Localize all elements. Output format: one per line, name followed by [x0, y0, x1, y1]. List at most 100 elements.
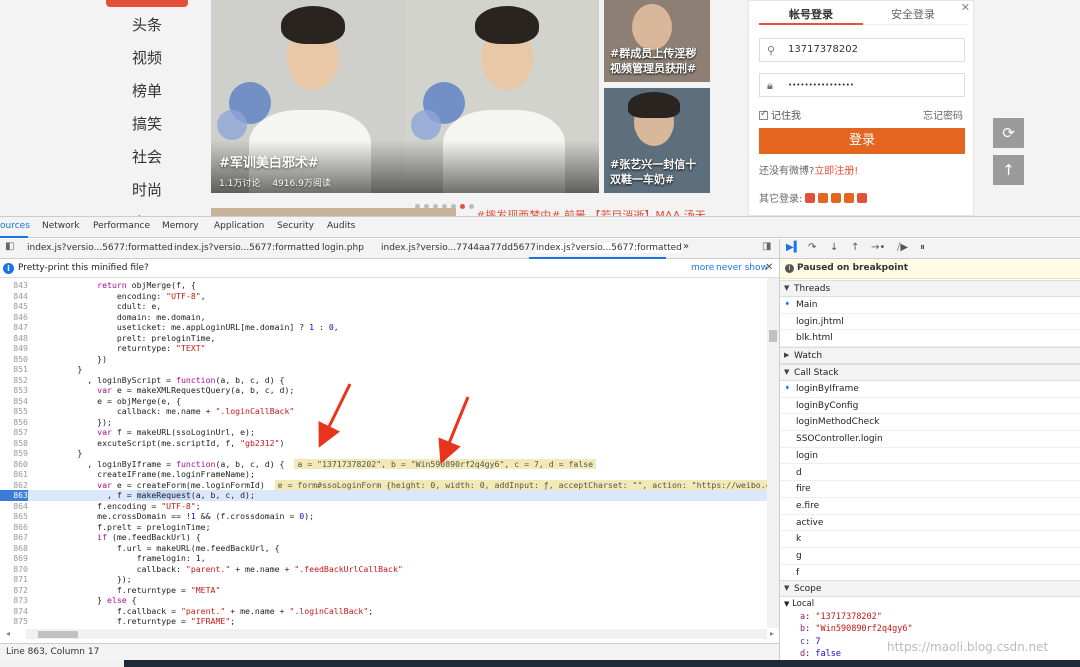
tab-network[interactable]: Network — [42, 221, 80, 231]
line-number[interactable]: 851 — [0, 364, 28, 375]
code-line[interactable]: 851 } — [0, 364, 767, 375]
call-frame[interactable]: ➧ loginByIframe — [780, 381, 1080, 398]
file-tab[interactable]: index.js?versio...5677:formatted — [174, 243, 320, 253]
code-line[interactable]: 876 } — [0, 627, 767, 629]
line-number[interactable]: 857 — [0, 427, 28, 438]
code-line[interactable]: 871 }); — [0, 574, 767, 585]
code-line[interactable]: 859 } — [0, 448, 767, 459]
code-line[interactable]: 849 returntype: "TEXT" — [0, 343, 767, 354]
carousel-title[interactable]: #军训美白邪术# — [219, 152, 319, 171]
step-icon[interactable]: →• — [871, 242, 885, 253]
deactivate-breakpoints-icon[interactable]: ⧸▶ — [897, 242, 908, 253]
arrow-up-icon[interactable]: ↑ — [993, 155, 1024, 185]
line-number[interactable]: 847 — [0, 322, 28, 333]
nav-item-headlines[interactable]: 头条 — [110, 12, 184, 45]
next-row-text[interactable]: #摔发现西梦中# 前景 【若目消逝】MAA 汤天 — [476, 207, 706, 216]
toggle-debugger-icon[interactable]: ◨ — [762, 241, 771, 252]
code-line[interactable]: 865 me.crossDomain == !1 && (f.crossdoma… — [0, 511, 767, 522]
call-frame[interactable]: active — [780, 515, 1080, 532]
code-line[interactable]: 845 cdult: e, — [0, 301, 767, 312]
tab-memory[interactable]: Memory — [162, 221, 199, 231]
line-number[interactable]: 867 — [0, 532, 28, 543]
threads-section-header[interactable]: ▼ Threads — [780, 280, 1080, 297]
call-frame[interactable]: loginByConfig — [780, 398, 1080, 415]
scroll-right-icon[interactable]: ▸ — [770, 629, 774, 638]
remember-checkbox[interactable]: ✓ — [759, 109, 768, 120]
callstack-section-header[interactable]: ▼ Call Stack — [780, 364, 1080, 381]
nav-item-video[interactable]: 视频 — [110, 45, 184, 78]
tab-security[interactable]: Security — [277, 221, 314, 231]
alipay-login-icon[interactable] — [844, 193, 855, 203]
line-number[interactable]: 855 — [0, 406, 28, 417]
code-line[interactable]: 848 prelt: preloginTime, — [0, 333, 767, 344]
code-line[interactable]: 843 return objMerge(f, { — [0, 280, 767, 291]
toggle-navigator-icon[interactable]: ◧ — [5, 241, 14, 252]
thread-item[interactable]: blk.html — [780, 330, 1080, 348]
line-number[interactable]: 844 — [0, 291, 28, 302]
file-tab-active[interactable]: index.js?versio...5677:formatted — [536, 243, 682, 253]
line-number[interactable]: 874 — [0, 606, 28, 617]
call-frame[interactable]: f — [780, 565, 1080, 582]
code-line[interactable]: 873 } else { — [0, 595, 767, 606]
more-tabs-icon[interactable]: » — [683, 241, 689, 252]
code-line[interactable]: 854 e = objMerge(e, { — [0, 396, 767, 407]
code-line[interactable]: 856 }); — [0, 417, 767, 428]
line-number[interactable]: 852 — [0, 375, 28, 386]
more-login-icon[interactable] — [857, 193, 868, 203]
thread-item[interactable]: ➧ Main — [780, 297, 1080, 314]
code-line[interactable]: 860 , loginByIframe = function(a, b, c, … — [0, 458, 767, 470]
line-number[interactable]: 858 — [0, 438, 28, 449]
tab-secure-login[interactable]: 安全登录 — [891, 6, 935, 22]
never-show-link[interactable]: never show — [716, 263, 768, 273]
scope-variable[interactable]: a: "13717378202" — [800, 612, 1080, 624]
code-horizontal-scrollbar[interactable] — [26, 629, 767, 639]
line-number[interactable]: 865 — [0, 511, 28, 522]
scroll-left-icon[interactable]: ◂ — [6, 629, 10, 638]
code-line[interactable]: 853 var e = makeXMLRequestQuery(a, b, c,… — [0, 385, 767, 396]
code-line[interactable]: 870 callback: "parent." + me.name + ".fe… — [0, 564, 767, 575]
line-number[interactable]: 875 — [0, 616, 28, 627]
step-over-icon[interactable]: ↷ — [808, 242, 816, 253]
code-line[interactable]: 874 f.callback = "parent." + me.name + "… — [0, 606, 767, 617]
qq-login-icon[interactable] — [805, 193, 816, 203]
tab-account-login[interactable]: 帐号登录 — [789, 6, 833, 22]
step-into-icon[interactable]: ↓ — [830, 242, 838, 253]
line-number[interactable]: 848 — [0, 333, 28, 344]
line-number[interactable]: 866 — [0, 522, 28, 533]
code-line[interactable]: 857 var f = makeURL(ssoLoginUrl, e); — [0, 427, 767, 438]
line-number[interactable]: 863 — [0, 490, 28, 501]
pause-on-exceptions-icon[interactable]: ⏸︎ — [920, 242, 925, 253]
line-number[interactable]: 876 — [0, 627, 28, 629]
code-vertical-scrollbar[interactable] — [767, 278, 779, 628]
line-number[interactable]: 861 — [0, 469, 28, 480]
side-card[interactable]: #张艺兴一封信十双鞋一车奶# — [604, 88, 710, 193]
thread-item[interactable]: login.jhtml — [780, 314, 1080, 331]
code-line[interactable]: 875 f.returntype = "IFRAME"; — [0, 616, 767, 627]
resume-icon[interactable]: ▶▍ — [786, 242, 801, 253]
taobao-login-icon[interactable] — [831, 193, 842, 203]
call-frame[interactable]: g — [780, 548, 1080, 565]
file-tab[interactable]: login.php — [322, 243, 364, 253]
call-frame[interactable]: loginMethodCheck — [780, 414, 1080, 432]
side-card[interactable]: #群成员上传淫秽视频管理员获刑# — [604, 0, 710, 82]
line-number[interactable]: 854 — [0, 396, 28, 407]
register-link[interactable]: 立即注册! — [814, 166, 858, 177]
line-number[interactable]: 859 — [0, 448, 28, 459]
code-line[interactable]: 872 f.returntype = "META" — [0, 585, 767, 596]
username-field[interactable]: ⚲ 13717378202 — [759, 38, 965, 62]
call-frame[interactable]: e.fire — [780, 498, 1080, 515]
code-line[interactable]: 864 f.encoding = "UTF-8"; — [0, 501, 767, 512]
code-line[interactable]: 867 if (me.feedBackUrl) { — [0, 532, 767, 543]
tab-application[interactable]: Application — [214, 221, 264, 231]
code-line[interactable]: 844 encoding: "UTF-8", — [0, 291, 767, 302]
line-number[interactable]: 868 — [0, 543, 28, 554]
code-line[interactable]: 868 f.url = makeURL(me.feedBackUrl, { — [0, 543, 767, 554]
password-field[interactable]: 🔒︎ •••••••••••••••• — [759, 73, 965, 97]
tab-performance[interactable]: Performance — [93, 221, 150, 231]
line-number[interactable]: 872 — [0, 585, 28, 596]
tab-sources[interactable]: ources — [0, 221, 30, 231]
call-frame[interactable]: login — [780, 448, 1080, 465]
line-number[interactable]: 860 — [0, 459, 28, 470]
line-number[interactable]: 845 — [0, 301, 28, 312]
scope-variable[interactable]: b: "Win590890rf2q4gy6" — [800, 624, 1080, 636]
